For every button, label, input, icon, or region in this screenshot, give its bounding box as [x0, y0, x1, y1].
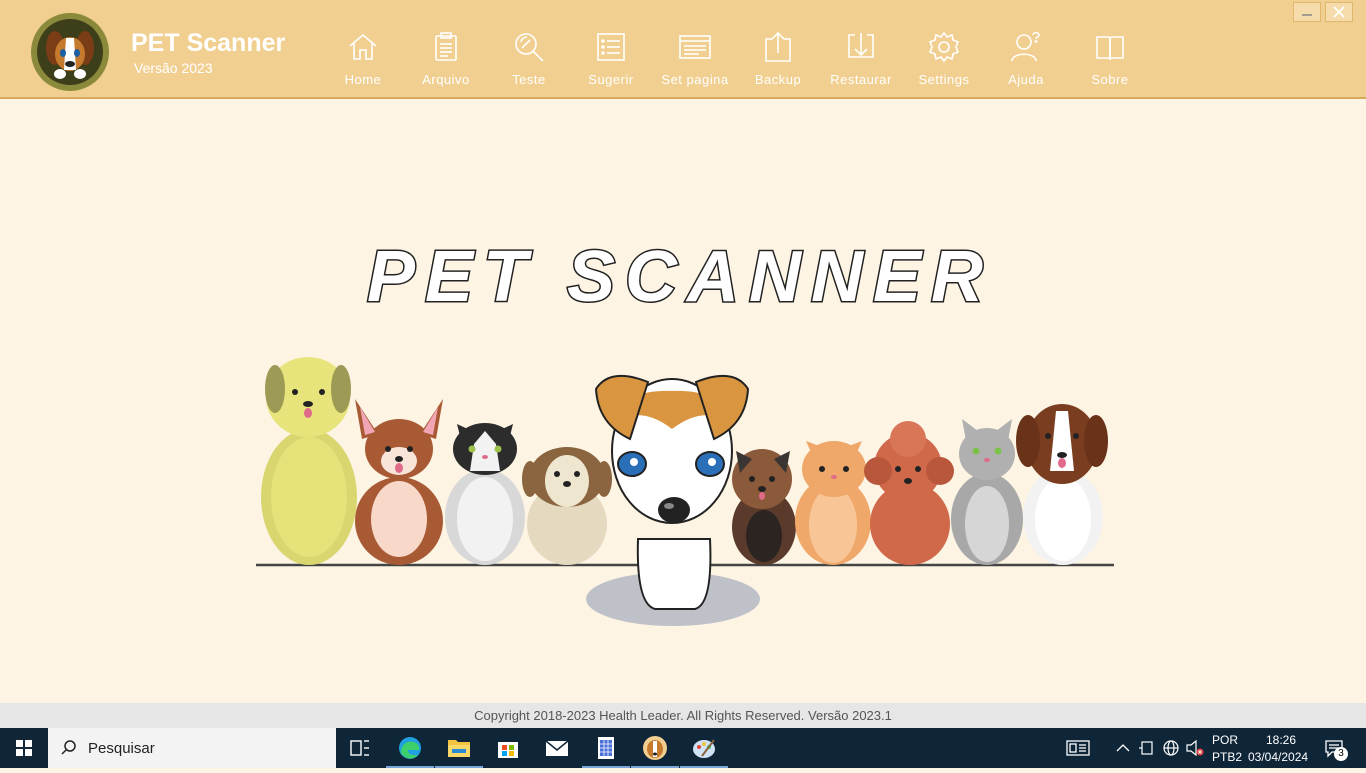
list-icon — [597, 33, 625, 61]
help-user-icon — [1011, 31, 1040, 62]
nav-label: Home — [344, 72, 382, 87]
nav-sugerir-button[interactable]: Sugerir — [570, 0, 652, 97]
pets-banner: PET SCANNER — [256, 236, 1114, 626]
paint-palette-icon — [693, 739, 715, 758]
paint-taskbar-button[interactable] — [680, 728, 728, 768]
terrier-puppy-illustration — [586, 374, 760, 626]
pet-scanner-taskbar-button[interactable] — [631, 728, 679, 768]
start-button[interactable] — [0, 728, 48, 768]
nav-set-pagina-button[interactable]: Set pagina — [654, 0, 736, 97]
magnifier-icon — [515, 33, 544, 62]
show-hidden-icons-button[interactable] — [1112, 728, 1134, 768]
gear-icon — [928, 31, 960, 63]
windows-taskbar: Pesquisar POR PTB2 18:26 03/04/2024 3 — [0, 728, 1366, 768]
nav-backup-button[interactable]: Backup — [737, 0, 819, 97]
footer-copyright: Copyright 2018-2023 Health Leader. All R… — [0, 703, 1366, 728]
app-version: Versão 2023 — [134, 60, 213, 76]
news-icon — [1066, 740, 1090, 756]
volume-tray-button[interactable] — [1184, 728, 1206, 768]
search-icon — [61, 740, 76, 755]
nav-label: Set pagina — [661, 72, 729, 87]
shih-tzu-illustration — [522, 447, 612, 565]
nav-home-button[interactable]: Home — [322, 0, 404, 97]
yellow-dog-illustration — [261, 357, 357, 565]
file-explorer-taskbar-button[interactable] — [435, 728, 483, 768]
nav-label: Restaurar — [830, 72, 892, 87]
speaker-muted-icon — [1186, 739, 1204, 757]
nav-label: Arquivo — [422, 72, 470, 87]
nav-restaurar-button[interactable]: Restaurar — [820, 0, 902, 97]
nav-label: Ajuda — [1008, 72, 1044, 87]
minimize-icon — [1302, 14, 1312, 16]
taskbar-search-input[interactable]: Pesquisar — [48, 728, 336, 768]
mail-icon — [545, 740, 569, 756]
task-view-button[interactable] — [336, 728, 384, 768]
poodle-illustration — [864, 421, 954, 565]
pet-scanner-app-icon — [643, 736, 667, 760]
home-icon — [349, 33, 377, 60]
globe-icon — [1163, 740, 1179, 756]
app-title: PET Scanner — [131, 29, 286, 57]
folder-icon — [448, 740, 470, 757]
device-icon — [1139, 741, 1153, 755]
notification-count-badge: 3 — [1334, 747, 1348, 761]
nav-label: Settings — [918, 72, 970, 87]
chevron-up-icon — [1116, 744, 1130, 752]
clock-date[interactable]: 03/04/2024 — [1248, 750, 1308, 764]
close-button[interactable] — [1325, 2, 1353, 22]
book-icon — [1096, 36, 1124, 61]
search-placeholder: Pesquisar — [88, 740, 155, 757]
document-taskbar-button[interactable] — [582, 728, 630, 768]
yorkie-illustration — [732, 449, 796, 565]
store-taskbar-button[interactable] — [484, 728, 532, 768]
nav-arquivo-button[interactable]: Arquivo — [405, 0, 487, 97]
tabby-cat-illustration — [951, 419, 1023, 565]
main-content: PET SCANNER — [0, 99, 1366, 703]
nav-ajuda-button[interactable]: Ajuda — [985, 0, 1067, 97]
beagle-illustration — [1016, 404, 1108, 565]
device-tray-button[interactable] — [1136, 728, 1158, 768]
black-white-cat-illustration — [445, 423, 525, 565]
page-setup-icon — [679, 35, 711, 59]
banner-title: PET SCANNER — [367, 237, 993, 317]
network-tray-button[interactable] — [1160, 728, 1182, 768]
document-icon — [598, 737, 614, 759]
download-icon — [848, 33, 874, 58]
nav-teste-button[interactable]: Teste — [488, 0, 570, 97]
store-icon — [498, 742, 518, 758]
mail-taskbar-button[interactable] — [533, 728, 581, 768]
news-widget-button[interactable] — [1056, 728, 1100, 768]
nav-sobre-button[interactable]: Sobre — [1069, 0, 1151, 97]
nav-settings-button[interactable]: Settings — [903, 0, 985, 97]
nav-label: Sobre — [1091, 72, 1129, 87]
clipboard-icon — [435, 32, 457, 61]
close-icon — [1333, 6, 1345, 18]
nav-label: Teste — [512, 72, 546, 87]
upload-icon — [765, 31, 791, 62]
notifications-button[interactable]: 3 — [1318, 728, 1362, 768]
windows-logo-icon — [16, 740, 32, 756]
pet-logo-icon — [31, 13, 109, 91]
edge-icon — [399, 737, 421, 759]
edge-taskbar-button[interactable] — [386, 728, 434, 768]
nav-label: Backup — [754, 72, 802, 87]
app-header: PET Scanner Versão 2023 Home Arquivo Tes… — [0, 0, 1366, 99]
task-view-icon — [350, 740, 369, 756]
corgi-illustration — [355, 399, 443, 565]
nav-label: Sugerir — [588, 72, 634, 87]
orange-cat-illustration — [795, 441, 871, 565]
clock-time[interactable]: 18:26 — [1266, 733, 1296, 747]
keyboard-layout[interactable]: PTB2 — [1212, 750, 1242, 764]
input-language[interactable]: POR — [1212, 733, 1238, 747]
minimize-button[interactable] — [1293, 2, 1321, 22]
